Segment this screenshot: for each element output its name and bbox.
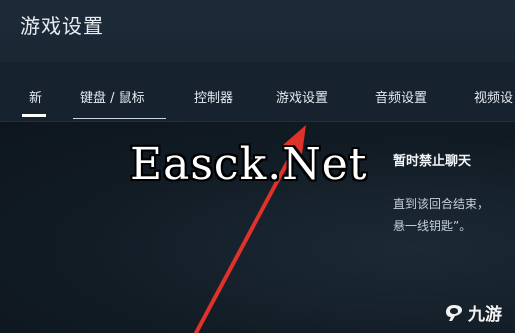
logo-text: 九游 [468,305,502,325]
nine-game-logo-icon [446,304,462,321]
logo: 九游 [444,300,502,325]
watermark-text: Easck.Net [130,139,368,190]
